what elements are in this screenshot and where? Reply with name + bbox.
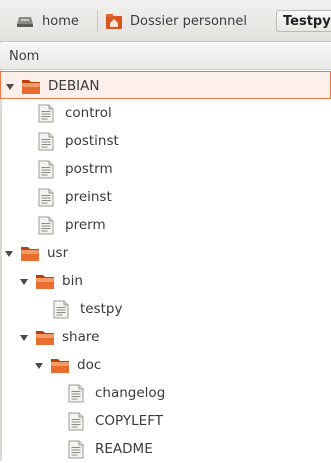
expander-triangle-icon[interactable]: [5, 81, 15, 91]
tree-file-row[interactable]: testpy: [0, 295, 331, 323]
home-folder-icon: [106, 13, 122, 29]
tree-item-label: bin: [62, 273, 83, 289]
breadcrumb-home-label: home: [42, 13, 79, 29]
tree-folder-row[interactable]: DEBIAN: [0, 71, 331, 99]
tree-item-label: prerm: [65, 217, 106, 233]
tree-file-row[interactable]: changelog: [0, 379, 331, 407]
tree-file-row[interactable]: README: [0, 435, 331, 463]
tree-folder-row[interactable]: usr: [0, 239, 331, 267]
breadcrumb-current-label: Testpy: [283, 13, 331, 29]
breadcrumb-personal[interactable]: Dossier personnel: [100, 10, 278, 32]
column-header-name[interactable]: Nom: [0, 43, 331, 70]
folder-icon: [50, 356, 70, 374]
expander-triangle-icon[interactable]: [34, 360, 44, 370]
tree-item-label: postrm: [65, 161, 113, 177]
text-file-icon: [68, 412, 88, 431]
tree-folder-row[interactable]: bin: [0, 267, 331, 295]
tree-item-label: testpy: [80, 301, 123, 317]
text-file-icon: [38, 216, 58, 235]
breadcrumb-separator: [97, 10, 98, 32]
tree-file-row[interactable]: postinst: [0, 127, 331, 155]
tree-folder-row[interactable]: doc: [0, 351, 331, 379]
text-file-icon: [53, 300, 73, 319]
drive-icon: [16, 14, 34, 28]
column-header-label: Nom: [9, 48, 40, 64]
tree-item-label: changelog: [95, 385, 166, 401]
breadcrumb-home[interactable]: home: [10, 10, 96, 32]
folder-icon: [35, 328, 55, 346]
expander-triangle-icon[interactable]: [19, 276, 29, 286]
expander-triangle-icon[interactable]: [4, 248, 14, 258]
folder-icon: [20, 244, 40, 262]
expander-triangle-icon[interactable]: [19, 332, 29, 342]
folder-icon: [35, 272, 55, 290]
tree-item-label: COPYLEFT: [95, 413, 163, 429]
tree-folder-row[interactable]: share: [0, 323, 331, 351]
folder-icon: [21, 77, 41, 95]
tree-item-label: share: [62, 329, 100, 345]
breadcrumb-current[interactable]: Testpy: [276, 10, 331, 32]
tree-item-label: control: [65, 105, 112, 121]
tree-file-row[interactable]: prerm: [0, 211, 331, 239]
tree-item-label: README: [95, 441, 153, 457]
tree-item-label: preinst: [65, 189, 112, 205]
tree-file-row[interactable]: control: [0, 99, 331, 127]
text-file-icon: [38, 132, 58, 151]
path-bar: home Dossier personnel Testpy: [0, 0, 331, 42]
text-file-icon: [38, 160, 58, 179]
tree-file-row[interactable]: postrm: [0, 155, 331, 183]
tree-file-row[interactable]: COPYLEFT: [0, 407, 331, 435]
text-file-icon: [68, 440, 88, 459]
breadcrumb-personal-label: Dossier personnel: [130, 13, 248, 29]
tree-item-label: postinst: [65, 133, 119, 149]
text-file-icon: [38, 188, 58, 207]
tree-file-row[interactable]: preinst: [0, 183, 331, 211]
text-file-icon: [68, 384, 88, 403]
tree-item-label: doc: [77, 357, 102, 373]
tree-item-label: DEBIAN: [48, 78, 100, 94]
tree-item-label: usr: [47, 245, 69, 261]
text-file-icon: [38, 104, 58, 123]
